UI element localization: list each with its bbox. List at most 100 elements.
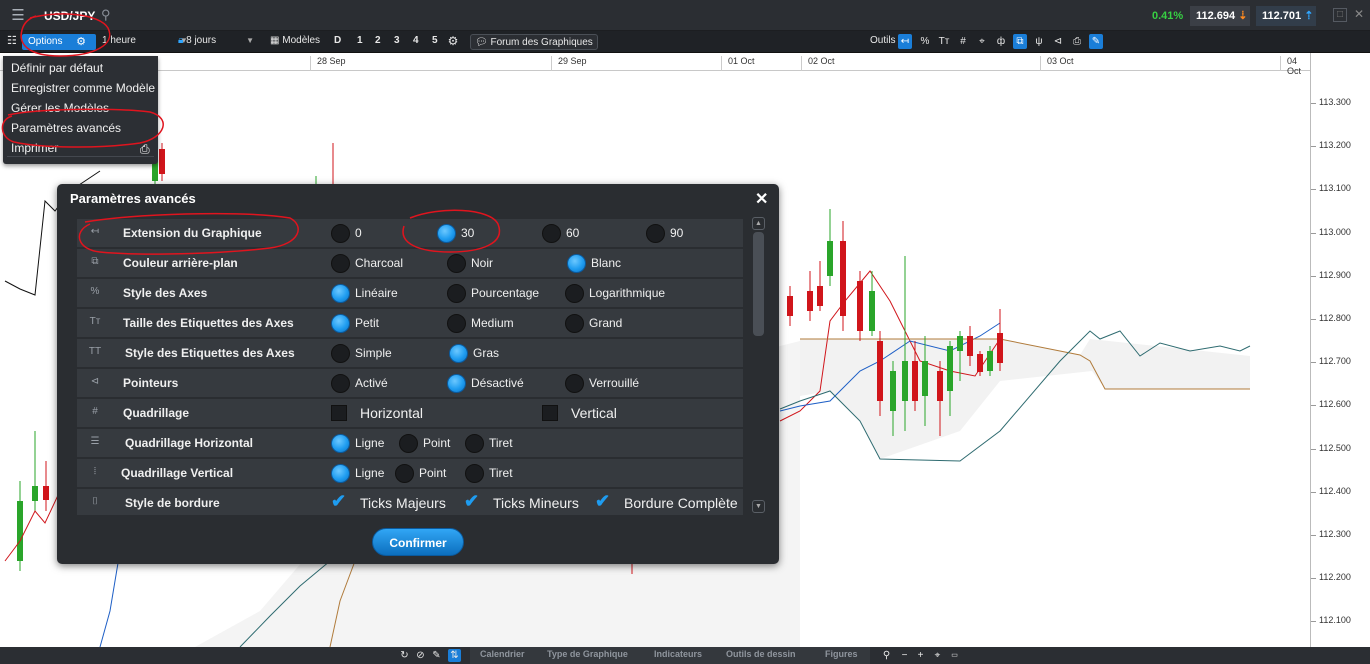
option-label: Bordure Complète bbox=[624, 495, 738, 511]
models-button[interactable]: ▦ Modèles bbox=[270, 35, 320, 46]
block-icon[interactable]: ⊘ bbox=[414, 649, 427, 662]
sort-icon[interactable]: ⇅ bbox=[448, 649, 461, 662]
radio-button[interactable] bbox=[465, 434, 484, 453]
radio-button[interactable] bbox=[331, 254, 350, 273]
period-button[interactable]: D bbox=[334, 35, 341, 46]
checkbox[interactable] bbox=[542, 405, 558, 421]
maximize-icon[interactable]: □ bbox=[1333, 8, 1347, 22]
draw-icon[interactable]: ✎ bbox=[1089, 34, 1103, 49]
zoom-icon[interactable]: ⚲ bbox=[880, 649, 893, 662]
checkmark-icon[interactable]: ✔ bbox=[331, 491, 346, 512]
radio-button[interactable] bbox=[449, 344, 468, 363]
checkmark-icon[interactable]: ✔ bbox=[464, 491, 479, 512]
ichimoku-cloud bbox=[800, 339, 1250, 459]
top-bar: ☰ USD/JPY ⚲ 0.41% 112.694 ⇣ 112.701 ⇡ □ … bbox=[0, 0, 1370, 31]
settings-rows: ↤ Extension du Graphique 0 30 60 90 ⧉ Couleur a… bbox=[77, 219, 743, 515]
menu-item-advanced-settings[interactable]: Paramètres avancés bbox=[11, 121, 121, 135]
radio-button[interactable] bbox=[395, 464, 414, 483]
tab-drawing-tools[interactable]: Outils de dessin bbox=[726, 649, 796, 659]
list-icon[interactable]: ☷ bbox=[7, 34, 17, 47]
scroll-thumb[interactable] bbox=[753, 232, 764, 336]
crosshair-icon[interactable]: ⌖ bbox=[931, 649, 944, 662]
menu-item-save-template[interactable]: Enregistrer comme Modèle bbox=[11, 81, 155, 95]
radio-button[interactable] bbox=[567, 254, 586, 273]
printer-icon[interactable]: ⎙ bbox=[140, 142, 150, 157]
menu-item-set-default[interactable]: Définir par défaut bbox=[11, 61, 103, 75]
date-label: 03 Oct bbox=[1040, 56, 1074, 71]
radio-button[interactable] bbox=[437, 224, 456, 243]
interval-select[interactable]: 1 heure ▼ bbox=[102, 35, 188, 46]
menu-item-manage-templates[interactable]: Gérer les Modèles bbox=[11, 101, 109, 115]
pencil-icon[interactable]: ✎ bbox=[430, 649, 443, 662]
radio-button[interactable] bbox=[565, 314, 584, 333]
radio-button[interactable] bbox=[331, 284, 350, 303]
radio-button[interactable] bbox=[447, 254, 466, 273]
period-button[interactable]: 4 bbox=[413, 35, 419, 46]
range-select[interactable]: 🔒︎ 8 jours ▼ bbox=[178, 35, 254, 46]
price-label: 112.200 bbox=[1311, 572, 1351, 583]
period-button[interactable]: 3 bbox=[394, 35, 400, 46]
radio-button[interactable] bbox=[331, 434, 350, 453]
radio-button[interactable] bbox=[331, 344, 350, 363]
options-button[interactable]: Options ⚙ bbox=[22, 34, 96, 50]
radio-button[interactable] bbox=[331, 224, 350, 243]
tab-chart-type[interactable]: Type de Graphique bbox=[547, 649, 628, 659]
confirm-button[interactable]: Confirmer bbox=[372, 528, 464, 556]
radio-button[interactable] bbox=[565, 374, 584, 393]
radio-button[interactable] bbox=[542, 224, 561, 243]
period-button[interactable]: 5 bbox=[432, 35, 438, 46]
ask-price[interactable]: 112.701 ⇡ bbox=[1256, 6, 1316, 26]
zoom-out-icon[interactable]: − bbox=[898, 649, 911, 662]
settings-row: ⊲ Pointeurs Activé Désactivé Verrouillé bbox=[77, 369, 743, 398]
windows-icon[interactable]: ⧉ bbox=[1013, 34, 1027, 49]
option-label: Vertical bbox=[571, 405, 617, 421]
candle-icon[interactable]: ф bbox=[994, 34, 1008, 49]
period-button[interactable]: 1 bbox=[357, 35, 363, 46]
bid-price[interactable]: 112.694 ⇣ bbox=[1190, 6, 1250, 26]
keyboard-icon[interactable]: ▭ bbox=[948, 649, 961, 662]
radio-button[interactable] bbox=[399, 434, 418, 453]
close-window-icon[interactable]: ✕ bbox=[1352, 8, 1366, 22]
range-value: 8 jours bbox=[186, 35, 217, 46]
checkbox[interactable] bbox=[331, 405, 347, 421]
close-icon[interactable]: ✕ bbox=[755, 189, 768, 209]
radio-button[interactable] bbox=[565, 284, 584, 303]
text-size-icon[interactable]: Tт bbox=[937, 34, 951, 49]
radio-button[interactable] bbox=[646, 224, 665, 243]
checkmark-icon[interactable]: ✔ bbox=[595, 491, 610, 512]
pointer-icon[interactable]: ⊲ bbox=[1051, 34, 1065, 49]
radio-button[interactable] bbox=[447, 314, 466, 333]
zoom-in-icon[interactable]: + bbox=[914, 649, 927, 662]
symbol-label[interactable]: USD/JPY bbox=[44, 9, 95, 23]
settings-gear-icon[interactable]: ⚙ bbox=[446, 34, 460, 49]
scrollbar[interactable]: ▲ ▼ bbox=[751, 215, 766, 515]
extend-icon[interactable]: ↤ bbox=[898, 34, 912, 49]
grid-icon[interactable]: # bbox=[956, 34, 970, 49]
price-label: 112.700 bbox=[1311, 356, 1351, 367]
tab-figures[interactable]: Figures bbox=[825, 649, 858, 659]
hamburger-icon[interactable]: ☰ bbox=[8, 8, 28, 24]
crosshair-icon[interactable]: ⌖ bbox=[975, 34, 989, 49]
refresh-icon[interactable]: ↻ bbox=[398, 649, 411, 662]
price-label: 112.800 bbox=[1311, 313, 1351, 323]
tab-calendar[interactable]: Calendrier bbox=[480, 649, 525, 659]
radio-button[interactable] bbox=[331, 464, 350, 483]
period-button[interactable]: 2 bbox=[375, 35, 381, 46]
scroll-up-icon[interactable]: ▲ bbox=[752, 217, 765, 230]
radio-button[interactable] bbox=[447, 374, 466, 393]
menu-item-print[interactable]: Imprimer bbox=[11, 141, 58, 155]
percent-icon[interactable]: % bbox=[918, 34, 932, 49]
radio-button[interactable] bbox=[331, 374, 350, 393]
calendar-icon: ▦ bbox=[270, 35, 280, 46]
radio-button[interactable] bbox=[331, 314, 350, 333]
option-label: Charcoal bbox=[355, 256, 404, 270]
tab-indicators[interactable]: Indicateurs bbox=[654, 649, 702, 659]
radio-button[interactable] bbox=[465, 464, 484, 483]
scroll-down-icon[interactable]: ▼ bbox=[752, 500, 765, 513]
candles-icon[interactable]: ψ bbox=[1032, 34, 1046, 49]
radio-button[interactable] bbox=[447, 284, 466, 303]
print-icon[interactable]: ⎙ bbox=[1070, 34, 1084, 49]
search-icon[interactable]: ⚲ bbox=[101, 7, 111, 23]
chart-toolbar: ☷ Options ⚙ 1 heure ▼ 🔒︎ 8 jours ▼ ▦ Modèl… bbox=[0, 31, 1370, 53]
forum-button[interactable]: 💬︎ Forum des Graphiques bbox=[470, 34, 598, 50]
